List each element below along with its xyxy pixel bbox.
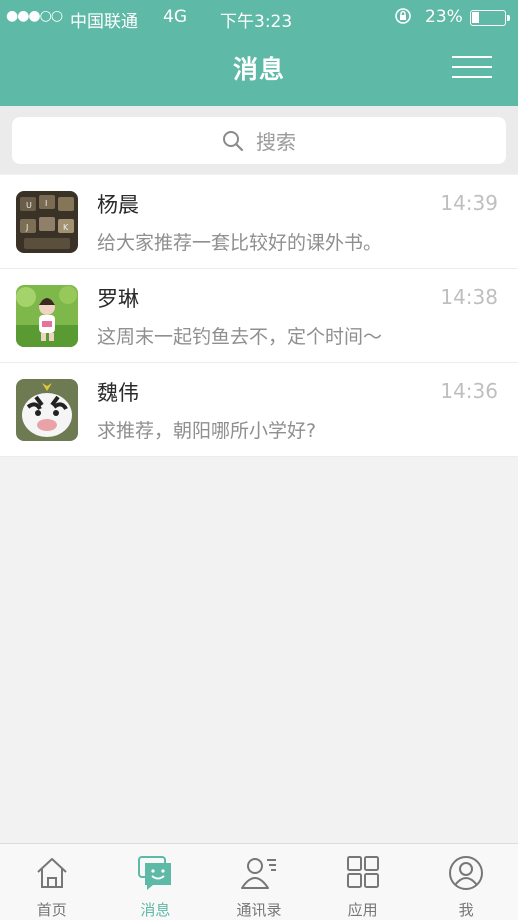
network-type: 4G — [163, 7, 187, 27]
tab-label: 通讯录 — [236, 901, 282, 919]
top-bar: ●●●○○ 中国联通 4G 下午3:23 23% 消息 — [0, 0, 518, 106]
message-preview: 这周末一起钓鱼去不，定个时间～ — [97, 326, 383, 348]
message-time: 14:38 — [440, 285, 498, 309]
tab-label: 我 — [458, 901, 474, 919]
hamburger-icon — [452, 56, 492, 58]
conversation-item[interactable]: 魏伟 求推荐，朝阳哪所小学好? 14:36 — [0, 363, 518, 457]
search-icon — [223, 130, 244, 151]
battery-icon — [470, 10, 510, 26]
tab-contacts[interactable]: 通讯录 — [207, 844, 311, 920]
menu-button[interactable] — [452, 54, 492, 80]
battery-percent: 23% — [425, 7, 463, 27]
tab-label: 首页 — [36, 901, 67, 919]
svg-text:U: U — [26, 201, 32, 210]
contact-name: 罗琳 — [97, 287, 139, 311]
tab-home[interactable]: 首页 — [0, 844, 104, 920]
rotation-lock-icon — [394, 7, 412, 29]
battery-tip — [507, 15, 510, 21]
search-input-content: 搜索 — [12, 117, 506, 164]
avatar[interactable]: U I J K — [16, 191, 78, 253]
contacts-icon — [207, 855, 311, 895]
tab-messages[interactable]: 消息 — [104, 844, 208, 920]
conversation-item[interactable]: 罗琳 这周末一起钓鱼去不，定个时间～ 14:38 — [0, 269, 518, 363]
status-time: 下午3:23 — [220, 12, 293, 32]
signal-strength: ●●●○○ — [6, 8, 63, 24]
carrier-name: 中国联通 — [70, 12, 138, 32]
conversation-item[interactable]: U I J K 杨晨 给大家推荐一套比较好的课外书。 14:39 — [0, 175, 518, 269]
battery-fill — [472, 12, 479, 23]
avatar[interactable] — [16, 379, 78, 441]
avatar[interactable] — [16, 285, 78, 347]
hamburger-icon-line — [452, 66, 492, 68]
profile-icon — [414, 855, 518, 895]
svg-text:I: I — [45, 199, 47, 208]
tab-label: 应用 — [347, 901, 378, 919]
search-input[interactable]: 搜索 — [12, 117, 506, 164]
status-bar: ●●●○○ 中国联通 4G 下午3:23 23% — [0, 0, 518, 36]
search-area: 搜索 — [0, 106, 518, 174]
home-icon — [0, 855, 104, 895]
conversation-list: U I J K 杨晨 给大家推荐一套比较好的课外书。 14:39 罗琳 这周末一… — [0, 175, 518, 457]
contact-name: 杨晨 — [97, 193, 139, 217]
search-placeholder: 搜索 — [256, 130, 296, 154]
message-preview: 求推荐，朝阳哪所小学好? — [97, 420, 317, 442]
apps-grid-icon — [311, 855, 415, 895]
message-time: 14:36 — [440, 379, 498, 403]
message-preview: 给大家推荐一套比较好的课外书。 — [97, 232, 383, 254]
tab-label: 消息 — [140, 901, 171, 919]
hamburger-icon-line — [452, 76, 492, 78]
message-time: 14:39 — [440, 191, 498, 215]
contact-name: 魏伟 — [97, 381, 139, 405]
chat-icon — [104, 855, 208, 895]
svg-text:K: K — [63, 223, 69, 232]
tab-me[interactable]: 我 — [414, 844, 518, 920]
tab-apps[interactable]: 应用 — [311, 844, 415, 920]
page-title: 消息 — [232, 55, 285, 84]
tab-bar: 首页 消息 通讯录 应用 我 — [0, 843, 518, 920]
svg-text:J: J — [25, 223, 28, 232]
